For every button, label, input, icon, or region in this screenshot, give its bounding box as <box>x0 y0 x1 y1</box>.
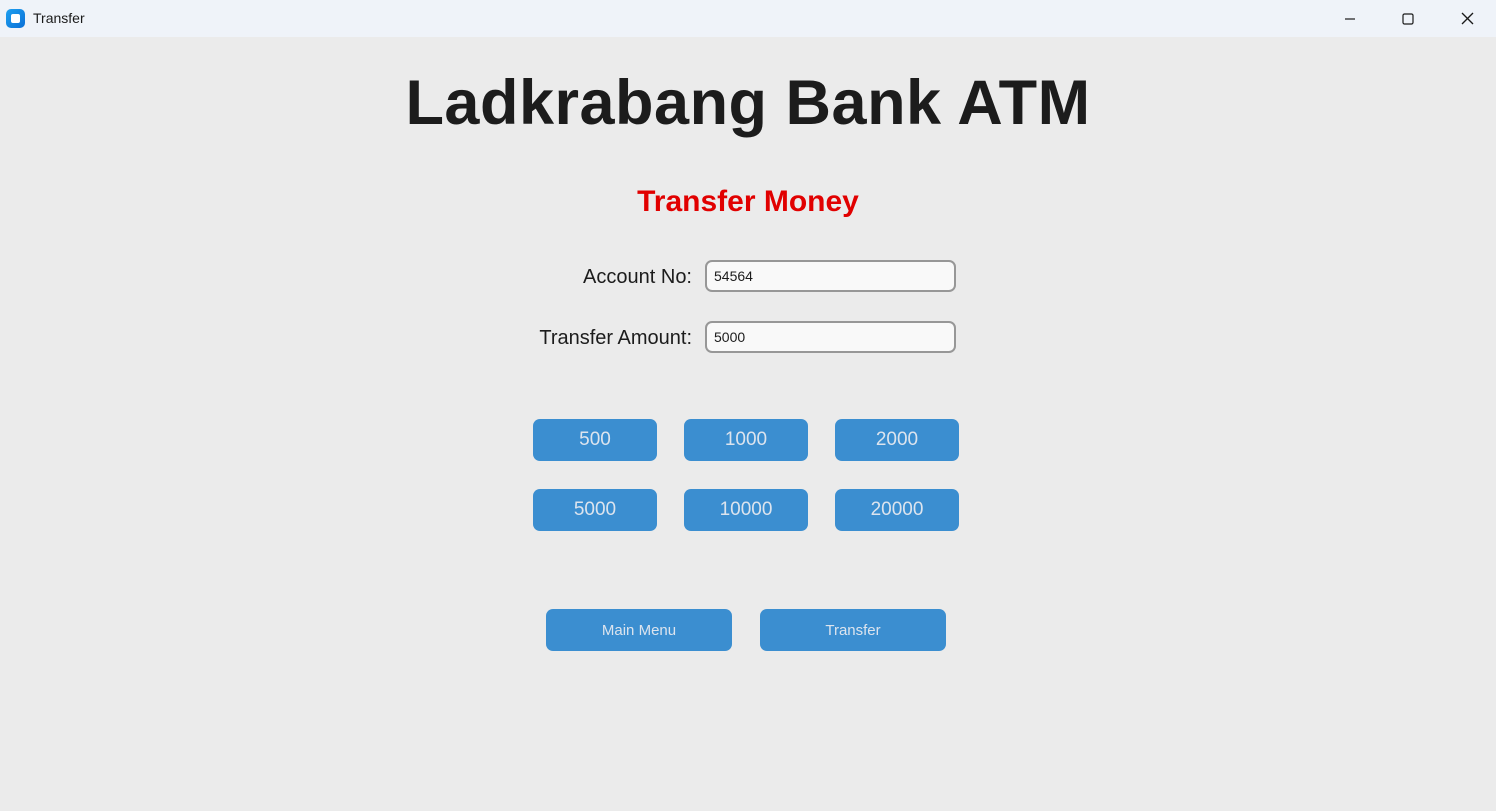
account-no-input[interactable] <box>705 260 956 292</box>
amount-button-500[interactable]: 500 <box>533 419 657 461</box>
close-button[interactable] <box>1438 0 1496 37</box>
page-subtitle: Transfer Money <box>637 185 859 218</box>
amount-button-10000[interactable]: 10000 <box>684 489 808 531</box>
transfer-screen: Ladkrabang Bank ATM Transfer Money Accou… <box>0 37 1496 811</box>
amount-button-1000[interactable]: 1000 <box>684 419 808 461</box>
amount-button-2000[interactable]: 2000 <box>835 419 959 461</box>
amount-button-20000[interactable]: 20000 <box>835 489 959 531</box>
amount-button-5000[interactable]: 5000 <box>533 489 657 531</box>
minimize-button[interactable] <box>1321 0 1379 37</box>
title-bar: Transfer <box>0 0 1496 37</box>
transfer-amount-input[interactable] <box>705 321 956 353</box>
transfer-button[interactable]: Transfer <box>760 609 946 651</box>
main-menu-button[interactable]: Main Menu <box>546 609 732 651</box>
bank-title: Ladkrabang Bank ATM <box>405 68 1091 138</box>
window-title: Transfer <box>33 10 85 26</box>
app-icon <box>6 9 25 28</box>
maximize-button[interactable] <box>1379 0 1437 37</box>
minimize-icon <box>1345 17 1355 20</box>
close-icon <box>1461 12 1473 25</box>
maximize-icon <box>1402 12 1414 25</box>
account-no-label: Account No: <box>583 266 692 288</box>
transfer-amount-label: Transfer Amount: <box>539 327 692 349</box>
